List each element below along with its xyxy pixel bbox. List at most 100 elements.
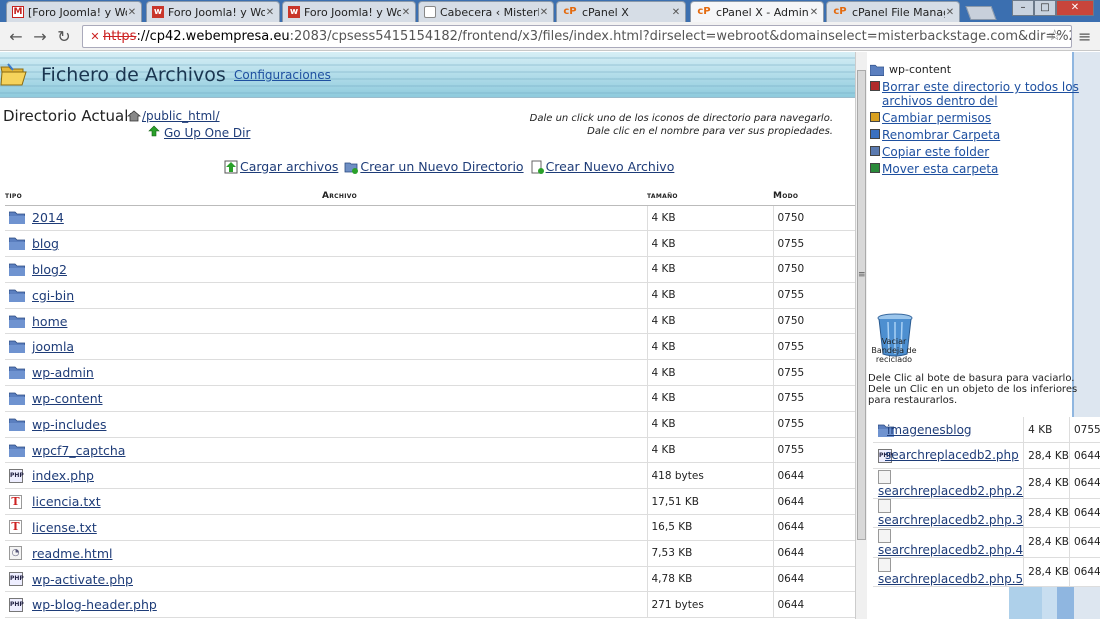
text-file-icon[interactable]: T <box>9 494 22 509</box>
tab-4[interactable]: cP cPanel X ✕ <box>556 1 686 22</box>
folder-action-label[interactable]: Mover esta carpeta <box>882 162 998 176</box>
file-row[interactable]: PHP wp-activate.php 4,78 KB 0644 <box>5 566 855 593</box>
insecure-lock-icon[interactable]: ✕ <box>87 30 103 43</box>
new-tab-button[interactable] <box>965 6 997 20</box>
php-file-icon[interactable]: PHP <box>9 572 24 587</box>
text-file-icon[interactable]: T <box>9 520 22 535</box>
file-row[interactable]: cgi-bin 4 KB 0755 <box>5 282 855 309</box>
file-icon[interactable] <box>878 558 891 573</box>
file-name-link[interactable]: home <box>32 314 67 329</box>
recycle-row[interactable]: imagenesblog 4 KB 0755 <box>873 417 1100 444</box>
file-name-link[interactable]: joomla <box>32 339 74 354</box>
file-row[interactable]: Tlicencia.txt 17,51 KB 0644 <box>5 488 855 516</box>
close-window-icon[interactable]: ✕ <box>1056 0 1094 16</box>
empty-trash-label[interactable]: Vaciar Bandeja de reciclado <box>870 337 918 364</box>
folder-action-copy[interactable]: Copiar este folder <box>870 145 1080 159</box>
folder-icon[interactable] <box>9 211 25 225</box>
scrollbar-thumb[interactable] <box>857 70 866 540</box>
folder-action-label[interactable]: Copiar este folder <box>882 145 989 159</box>
file-name-link[interactable]: wp-blog-header.php <box>32 597 157 612</box>
folder-action-rename[interactable]: Renombrar Carpeta <box>870 128 1080 142</box>
folder-action-key[interactable]: Cambiar permisos <box>870 111 1080 125</box>
go-up-link[interactable]: Go Up One Dir <box>164 126 250 140</box>
bookmark-star-icon[interactable]: ☆ <box>1048 26 1061 44</box>
folder-icon[interactable] <box>9 418 25 431</box>
settings-link[interactable]: Configuraciones <box>234 68 331 82</box>
menu-icon[interactable]: ≡ <box>1078 27 1094 46</box>
folder-action-move[interactable]: Mover esta carpeta <box>870 162 1080 176</box>
new-directory-button[interactable]: Crear un Nuevo Directorio <box>344 159 524 174</box>
tab-close-icon[interactable]: ✕ <box>945 7 955 18</box>
forward-arrow-icon[interactable]: → <box>30 27 50 47</box>
url-text[interactable]: https://cp42.webempresa.eu:2083/cpsess54… <box>103 29 1071 44</box>
tab-close-icon[interactable]: ✕ <box>671 7 681 18</box>
file-row[interactable]: 2014 4 KB 0750 <box>5 205 855 232</box>
recycle-row[interactable]: searchreplacedb2.php.5 28,4 KB 0644 <box>873 557 1100 588</box>
column-mode[interactable]: Modo <box>773 188 855 206</box>
file-name-link[interactable]: cgi-bin <box>32 288 74 303</box>
back-arrow-icon[interactable]: ← <box>6 27 26 47</box>
recycle-name-link[interactable]: searchreplacedb2.php.5 <box>878 572 1023 586</box>
folder-icon[interactable] <box>9 289 25 302</box>
file-name-link[interactable]: wp-content <box>32 391 103 406</box>
recycle-row[interactable]: searchreplacedb2.php.3 28,4 KB 0644 <box>873 498 1100 529</box>
upload-files-button[interactable]: Cargar archivos <box>224 159 338 174</box>
new-file-button[interactable]: Crear Nuevo Archivo <box>530 159 674 174</box>
folder-icon[interactable] <box>9 392 25 405</box>
php-file-icon[interactable]: PHP <box>9 468 24 483</box>
folder-action-delete[interactable]: Borrar este directorio y todos los archi… <box>870 80 1080 108</box>
file-name-link[interactable]: wpcf7_captcha <box>32 443 125 458</box>
file-row[interactable]: blog2 4 KB 0750 <box>5 256 855 283</box>
tab-close-icon[interactable]: ✕ <box>401 7 411 18</box>
tab-close-icon[interactable]: ✕ <box>809 7 819 18</box>
column-name[interactable]: Archivo <box>32 188 647 206</box>
file-row[interactable]: blog 4 KB 0755 <box>5 230 855 258</box>
file-row[interactable]: PHP wp-blog-header.php 271 bytes 0644 <box>5 591 855 619</box>
home-icon[interactable] <box>127 110 141 122</box>
folder-icon[interactable] <box>9 340 25 354</box>
address-bar[interactable]: ✕ https://cp42.webempresa.eu:2083/cpsess… <box>82 25 1072 48</box>
recycle-name-link[interactable]: searchreplacedb2.php.4 <box>878 543 1023 557</box>
tab-0[interactable]: M [Foro Joomla! y Wo ✕ <box>6 1 142 22</box>
folder-icon[interactable] <box>9 263 25 276</box>
maximize-icon[interactable]: □ <box>1034 0 1056 16</box>
file-name-link[interactable]: licencia.txt <box>32 494 101 509</box>
file-name-link[interactable]: wp-includes <box>32 417 106 432</box>
recycle-name-link[interactable]: searchreplacedb2.php.3 <box>878 513 1023 527</box>
file-name-link[interactable]: index.php <box>32 468 94 483</box>
file-row[interactable]: joomla 4 KB 0755 <box>5 333 855 361</box>
folder-action-label[interactable]: Borrar este directorio y todos los archi… <box>882 80 1080 108</box>
file-name-link[interactable]: blog <box>32 236 59 251</box>
tab-close-icon[interactable]: ✕ <box>265 7 275 18</box>
folder-action-label[interactable]: Cambiar permisos <box>882 111 991 125</box>
file-row[interactable]: wp-admin 4 KB 0755 <box>5 359 855 387</box>
file-row[interactable]: ◔ readme.html 7,53 KB 0644 <box>5 540 855 567</box>
pane-resize-handle[interactable]: ≡ <box>858 270 866 280</box>
file-row[interactable]: PHP index.php 418 bytes 0644 <box>5 462 855 490</box>
column-size[interactable]: tamaño <box>647 188 773 206</box>
current-directory-path[interactable]: /public_html/ <box>142 109 220 123</box>
file-row[interactable]: wp-includes 4 KB 0755 <box>5 411 855 438</box>
tab-3[interactable]: Cabecera ‹ Misterba✕ <box>418 1 554 22</box>
folder-action-label[interactable]: Renombrar Carpeta <box>882 128 1000 142</box>
recycle-name-link[interactable]: imagenesblog <box>887 423 972 437</box>
file-icon[interactable] <box>878 469 891 484</box>
folder-icon[interactable] <box>9 366 25 380</box>
file-row[interactable]: wp-content 4 KB 0755 <box>5 385 855 412</box>
tab-6[interactable]: cP cPanel File Manage✕ <box>826 1 960 22</box>
html-file-icon[interactable]: ◔ <box>9 546 22 561</box>
php-file-icon[interactable]: PHP <box>9 597 24 612</box>
file-name-link[interactable]: 2014 <box>32 210 64 225</box>
file-name-link[interactable]: wp-activate.php <box>32 572 133 587</box>
recycle-name-link[interactable]: searchreplacedb2.php <box>885 448 1019 462</box>
tab-close-icon[interactable]: ✕ <box>539 7 549 18</box>
file-icon[interactable] <box>878 499 891 514</box>
recycle-name-link[interactable]: searchreplacedb2.php.2 <box>878 484 1023 498</box>
recycle-row[interactable]: searchreplacedb2.php.2 28,4 KB 0644 <box>873 468 1100 499</box>
tab-close-icon[interactable]: ✕ <box>127 7 137 18</box>
file-name-link[interactable]: readme.html <box>32 546 112 561</box>
tab-2[interactable]: w Foro Joomla! y Wor ✕ <box>282 1 416 22</box>
tab-1[interactable]: w Foro Joomla! y Wor ✕ <box>146 1 280 22</box>
folder-icon[interactable] <box>9 315 25 328</box>
tab-5[interactable]: cP cPanel X - Administ✕ <box>690 1 824 22</box>
